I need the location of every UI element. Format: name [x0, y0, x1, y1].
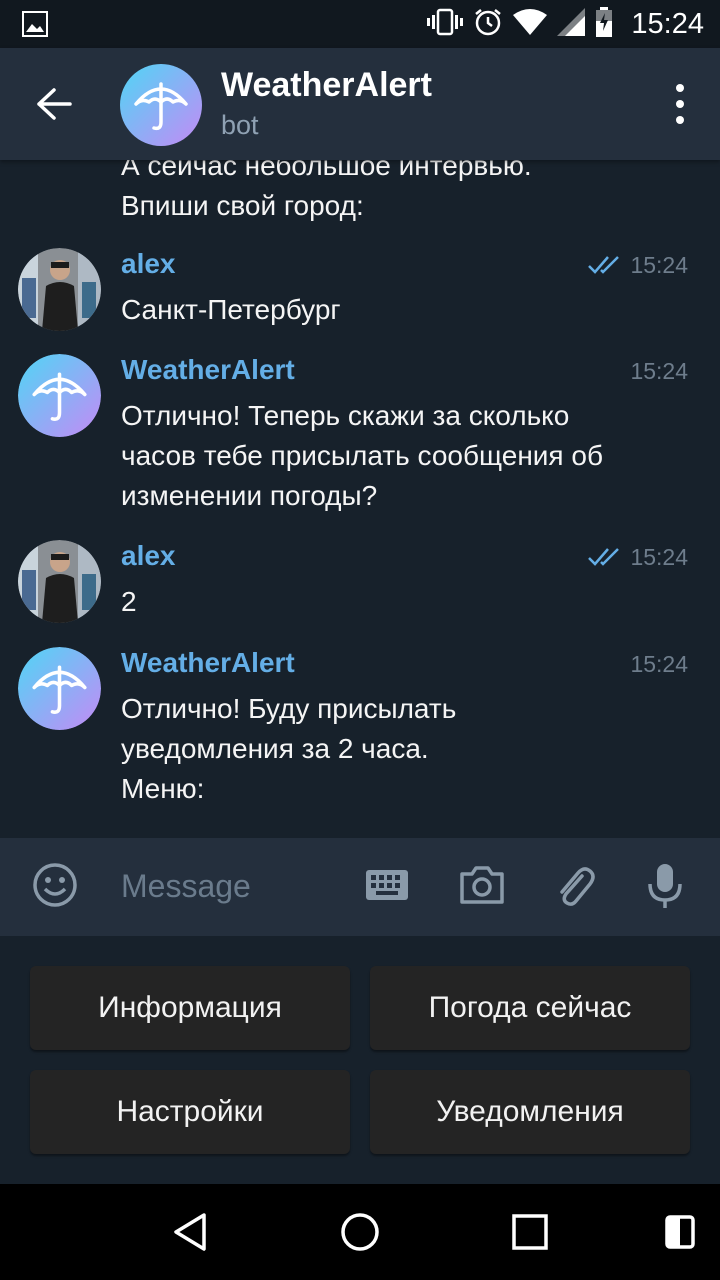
home-nav-icon[interactable]: [336, 1208, 384, 1256]
chat-title[interactable]: WeatherAlert: [221, 66, 432, 105]
message-input-bar: Message: [0, 838, 720, 936]
sender-name[interactable]: alex: [121, 248, 176, 280]
user-avatar[interactable]: [18, 540, 101, 623]
emoji-icon[interactable]: [32, 862, 78, 908]
alarm-icon: [473, 7, 503, 42]
bot-keyboard: Информация Погода сейчас Настройки Уведо…: [0, 936, 720, 1184]
image-icon: [22, 11, 48, 42]
read-checks-icon: [588, 256, 619, 274]
chat-header: WeatherAlert bot: [0, 48, 720, 160]
keyboard-button-weather-now[interactable]: Погода сейчас: [370, 966, 690, 1050]
attach-icon[interactable]: [552, 862, 596, 910]
bot-avatar[interactable]: [120, 64, 202, 146]
message-text: Отлично! Буду присылать уведомления за 2…: [121, 693, 457, 804]
battery-icon: [595, 6, 613, 42]
message-time: 15:24: [630, 252, 688, 278]
keyboard-button-info[interactable]: Информация: [30, 966, 350, 1050]
back-button[interactable]: [24, 78, 84, 130]
keyboard-button-notifications[interactable]: Уведомления: [370, 1070, 690, 1154]
message-text: Санкт-Петербург: [121, 294, 341, 325]
message-list[interactable]: А сейчас небольшое интервью. Впиши свой …: [0, 160, 720, 838]
chat-subtitle: bot: [221, 110, 259, 140]
message-time: 15:24: [630, 358, 688, 384]
message-text: А сейчас небольшое интервью. Впиши свой …: [121, 160, 532, 221]
mic-icon[interactable]: [646, 862, 684, 910]
message-input[interactable]: Message: [121, 868, 251, 905]
bot-avatar[interactable]: [18, 647, 101, 730]
message-text: Отлично! Теперь скажи за сколько часов т…: [121, 400, 603, 511]
camera-icon[interactable]: [458, 862, 506, 908]
message-time: 15:24: [630, 651, 688, 677]
sender-name[interactable]: WeatherAlert: [121, 354, 295, 386]
user-avatar[interactable]: [18, 248, 101, 331]
status-time: 15:24: [631, 7, 704, 40]
status-bar: 15:24: [0, 0, 720, 48]
nav-switch-icon[interactable]: [656, 1208, 704, 1256]
more-menu-button[interactable]: [670, 84, 690, 124]
back-arrow-icon: [37, 88, 72, 120]
keyboard-button-settings[interactable]: Настройки: [30, 1070, 350, 1154]
vibrate-icon: [427, 8, 464, 41]
back-nav-icon[interactable]: [166, 1208, 214, 1256]
sender-name[interactable]: alex: [121, 540, 176, 572]
keyboard-icon[interactable]: [366, 870, 408, 900]
system-nav-bar: [0, 1184, 720, 1280]
bot-avatar[interactable]: [18, 354, 101, 437]
sender-name[interactable]: WeatherAlert: [121, 647, 295, 679]
recents-nav-icon[interactable]: [506, 1208, 554, 1256]
read-checks-icon: [588, 548, 619, 566]
status-icons: 15:24: [427, 0, 704, 48]
signal-icon: [557, 7, 586, 41]
wifi-icon: [513, 8, 548, 40]
message-text: 2: [121, 586, 137, 617]
message-time: 15:24: [630, 544, 688, 570]
